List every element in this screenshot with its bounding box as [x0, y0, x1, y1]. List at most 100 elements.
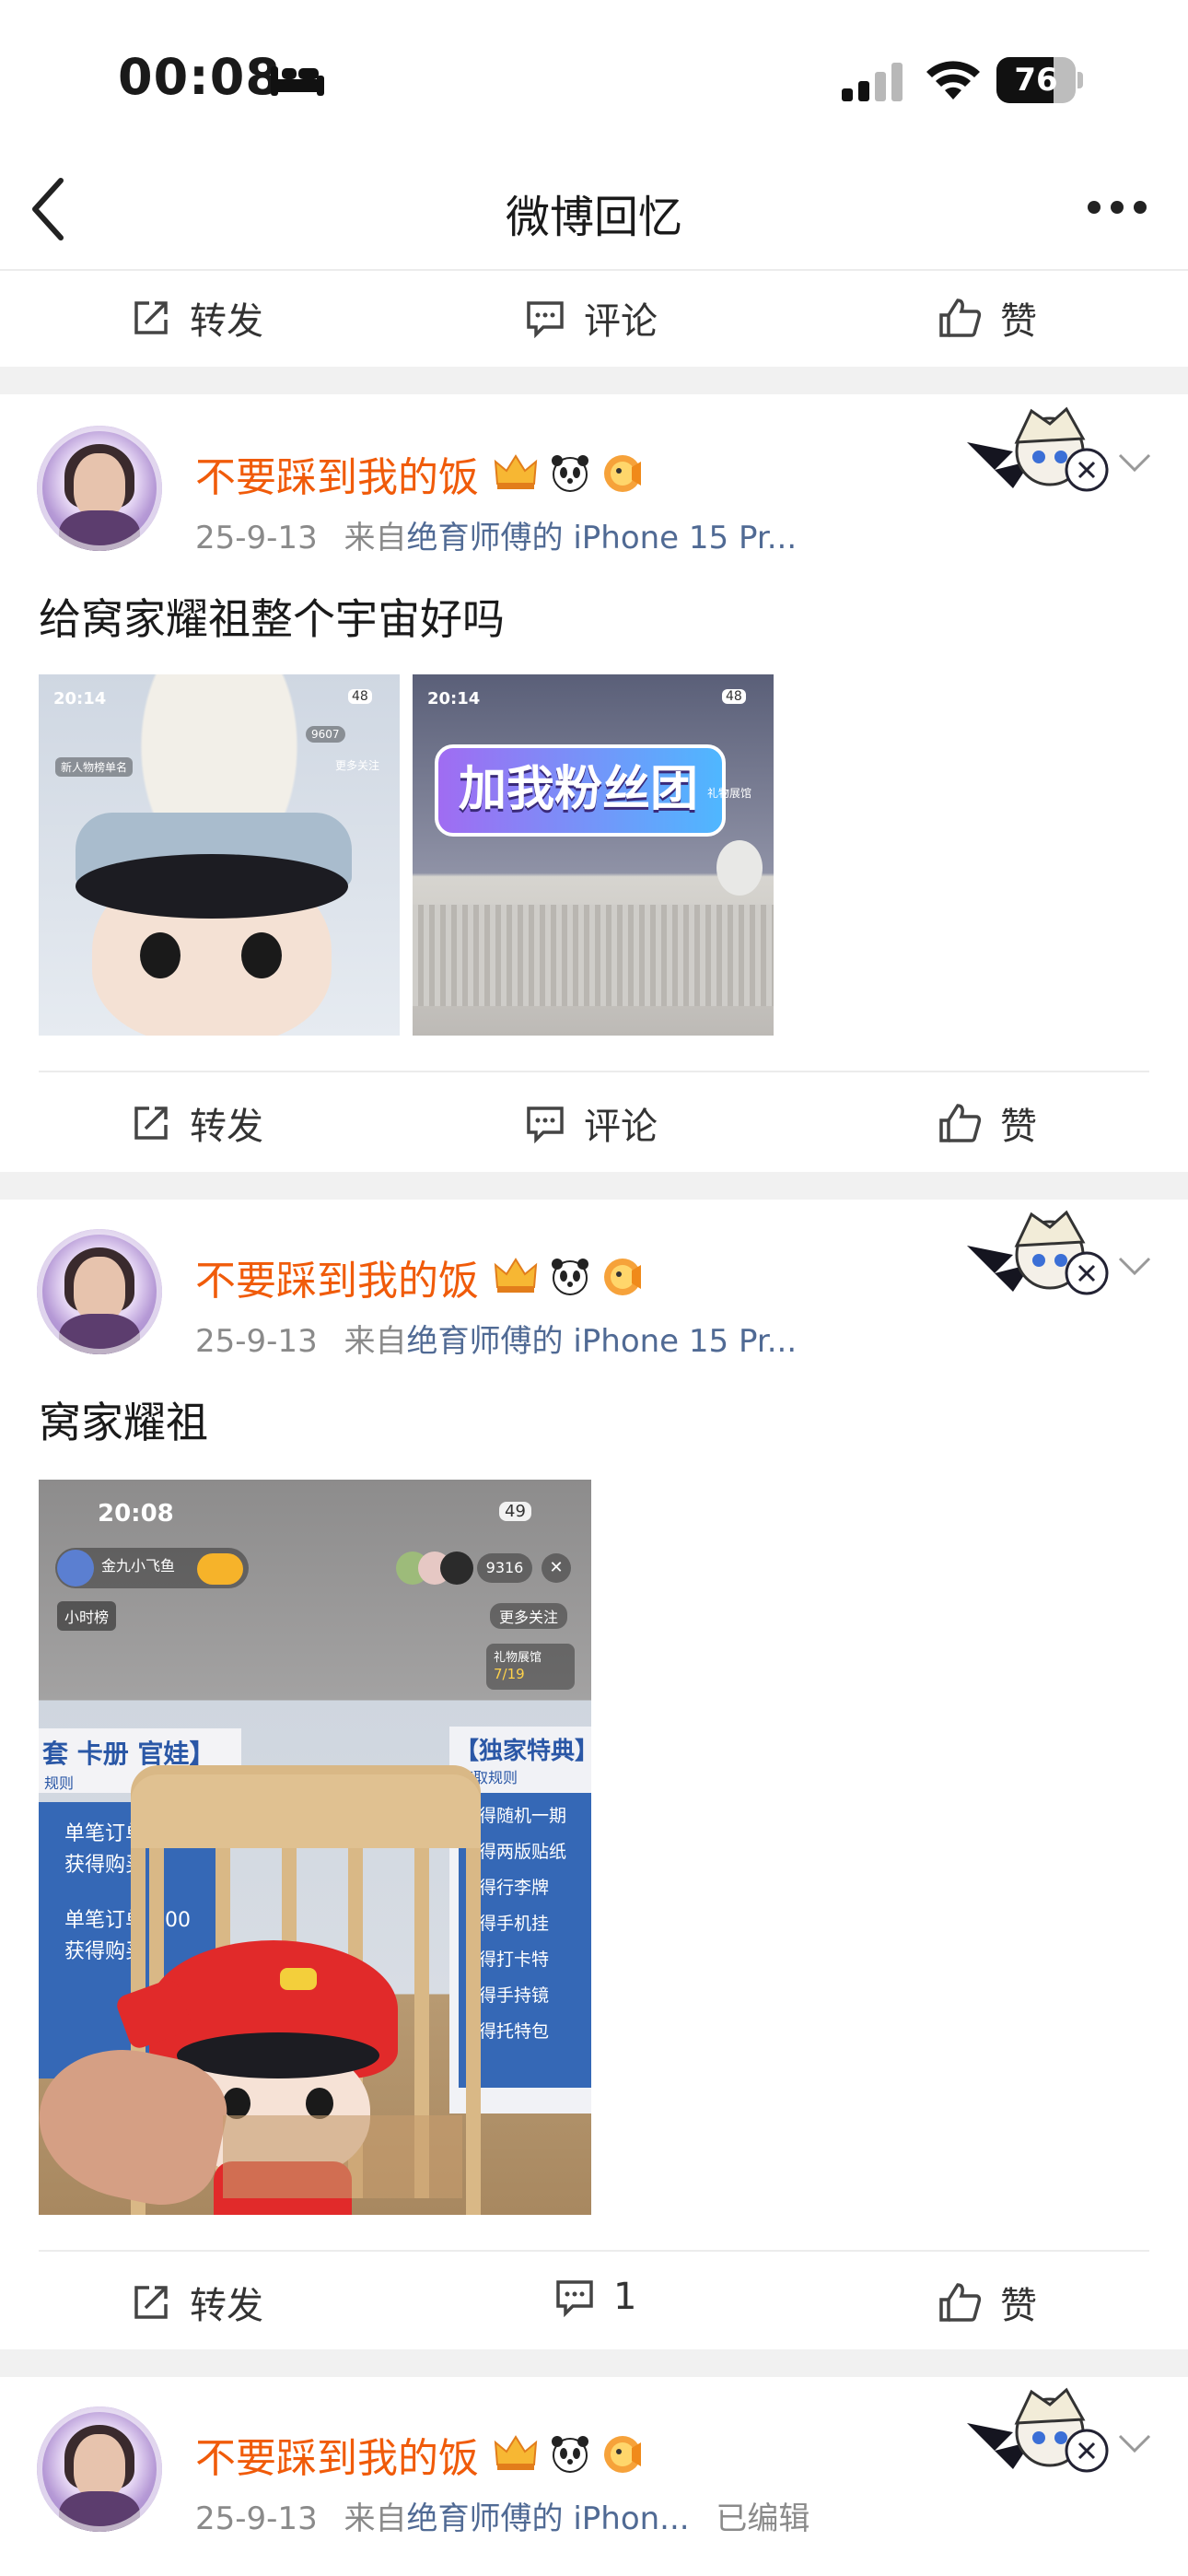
- like-button[interactable]: 赞: [938, 291, 1037, 345]
- repost-icon: [134, 1107, 168, 1140]
- nav-divider: [0, 269, 1188, 271]
- image-row: 得随机一期: [479, 1806, 567, 1826]
- post-text: 窝家耀祖: [39, 1398, 208, 1447]
- chevron-down-icon[interactable]: [1116, 2432, 1153, 2454]
- image-label: 新人物榜单名: [55, 757, 134, 777]
- image-banner-text: 加我粉丝团: [458, 762, 698, 817]
- anime-avatar-badge-icon: [967, 2387, 1109, 2473]
- image-gift-label: 礼物展馆: [494, 1651, 542, 1665]
- image-row: 得打卡特: [479, 1950, 550, 1970]
- post-source[interactable]: 绝育师傅的 iPhone 15 Pr...: [407, 520, 798, 556]
- post-source[interactable]: 绝育师傅的 iPhone 15 Pr...: [407, 1323, 798, 1360]
- comment-label: 评论: [584, 300, 658, 343]
- username-row: 不要踩到我的饭: [195, 1247, 645, 1306]
- username-row: 不要踩到我的饭: [195, 2425, 645, 2484]
- anime-avatar-badge-icon: [967, 406, 1109, 492]
- vip-crown-icon: [494, 1258, 538, 1293]
- image-row: 得手机挂: [479, 1914, 550, 1934]
- thumbs-up-icon: [939, 2283, 982, 2322]
- like-button[interactable]: 赞: [938, 2276, 1037, 2329]
- panda-badge-icon: [552, 2436, 588, 2473]
- username[interactable]: 不要踩到我的饭: [195, 2425, 479, 2484]
- post-meta: 25-9-13 来自绝育师傅的 iPhone 15 Pr...: [195, 512, 797, 557]
- post-image[interactable]: 20:08 49 金九小飞鱼 9316 ✕ 小时榜 更多关注 礼物展馆 7/19…: [39, 1480, 591, 2215]
- like-label: 赞: [1000, 2285, 1037, 2327]
- comment-icon: [527, 301, 564, 338]
- panda-badge-icon: [552, 455, 588, 492]
- image-battery: 48: [722, 689, 746, 704]
- fish-badge-icon: [604, 2436, 641, 2473]
- image-battery: 49: [499, 1502, 531, 1521]
- like-button[interactable]: 赞: [938, 1096, 1037, 1150]
- status-time: 00:08: [118, 48, 281, 106]
- username[interactable]: 不要踩到我的饭: [195, 444, 479, 503]
- chevron-down-icon[interactable]: [1116, 1255, 1153, 1277]
- divider: [39, 2250, 1149, 2252]
- thumbs-up-icon: [939, 299, 982, 337]
- post-date: 25-9-13: [195, 520, 318, 556]
- image-right-title: 【独家特典】: [455, 1738, 591, 1765]
- comment-icon: [527, 1107, 564, 1143]
- comment-icon: [556, 2280, 593, 2317]
- battery-level: 76: [1014, 62, 1058, 99]
- avatar[interactable]: [37, 2406, 162, 2532]
- repost-label: 转发: [190, 300, 263, 343]
- vip-crown-icon: [494, 2435, 538, 2470]
- edited-label: 已编辑: [716, 2500, 810, 2537]
- image-gift-count: 7/19: [494, 1666, 525, 1682]
- post-meta: 25-9-13 来自绝育师傅的 iPhone 15 Pr...: [195, 1316, 797, 1361]
- image-row: 得托特包: [479, 2021, 550, 2042]
- image-follow-label: 更多关注: [490, 1603, 568, 1629]
- repost-button[interactable]: 转发: [131, 2276, 263, 2329]
- fish-badge-icon: [604, 1259, 641, 1295]
- comment-count: 1: [613, 2276, 637, 2318]
- avatar[interactable]: [37, 1229, 162, 1354]
- comment-button[interactable]: 评论: [525, 1096, 658, 1150]
- cellular-signal-icon: [842, 63, 903, 101]
- more-options-icon[interactable]: [1085, 195, 1149, 219]
- anime-avatar-badge-icon: [967, 1210, 1109, 1295]
- comment-button[interactable]: 1: [554, 2276, 636, 2318]
- post-separator: [0, 367, 1188, 394]
- image-row: 得两版贴纸: [479, 1842, 567, 1862]
- image-row: 得手持镜: [479, 1985, 550, 2006]
- post-date: 25-9-13: [195, 2500, 318, 2537]
- post-meta: 25-9-13 来自绝育师傅的 iPhon... 已编辑: [195, 2493, 809, 2538]
- image-gift-label: 礼物展馆: [707, 787, 752, 800]
- username[interactable]: 不要踩到我的饭: [195, 1247, 479, 1306]
- avatar[interactable]: [37, 426, 162, 551]
- like-label: 赞: [1000, 300, 1037, 343]
- divider: [39, 1071, 1149, 1072]
- repost-button[interactable]: 转发: [131, 291, 263, 345]
- image-status-time: 20:14: [427, 689, 481, 708]
- post-date: 25-9-13: [195, 1323, 318, 1360]
- post-image[interactable]: 20:14 48 加我粉丝团 礼物展馆: [413, 674, 774, 1036]
- post-image[interactable]: 20:14 48 9607 新人物榜单名 更多关注: [39, 674, 400, 1036]
- comment-button[interactable]: 评论: [525, 291, 658, 345]
- from-label: 来自: [344, 1323, 407, 1360]
- repost-label: 转发: [190, 2285, 263, 2327]
- post-text: 给窝家耀祖整个宇宙好吗: [39, 594, 505, 644]
- image-status-time: 20:14: [53, 689, 107, 708]
- image-close-icon: ✕: [542, 1553, 571, 1583]
- vip-crown-icon: [494, 454, 538, 489]
- repost-label: 转发: [190, 1106, 263, 1148]
- image-right-rows: 得随机一期 得两版贴纸 得行李牌 得手机挂 得打卡特 得手持镜 得托特包: [479, 1798, 566, 2050]
- post-separator: [0, 1172, 1188, 1200]
- image-viewer-count: 9607: [306, 726, 345, 743]
- image-host-name: 金九小飞鱼: [101, 1557, 176, 1575]
- wifi-icon: [926, 61, 980, 100]
- post-source[interactable]: 绝育师傅的 iPhon...: [407, 2500, 690, 2537]
- thumbs-up-icon: [939, 1104, 982, 1142]
- panda-badge-icon: [552, 1259, 588, 1295]
- chevron-down-icon[interactable]: [1116, 451, 1153, 474]
- from-label: 来自: [344, 2500, 407, 2537]
- battery-indicator: 76: [996, 57, 1085, 103]
- image-status-time: 20:08: [98, 1500, 174, 1528]
- image-left-sub: 规则: [44, 1774, 75, 1792]
- page-title: 微博回忆: [505, 192, 682, 243]
- like-label: 赞: [1000, 1106, 1037, 1148]
- comment-label: 评论: [584, 1106, 658, 1148]
- image-follow-label: 更多关注: [335, 759, 380, 772]
- repost-button[interactable]: 转发: [131, 1096, 263, 1150]
